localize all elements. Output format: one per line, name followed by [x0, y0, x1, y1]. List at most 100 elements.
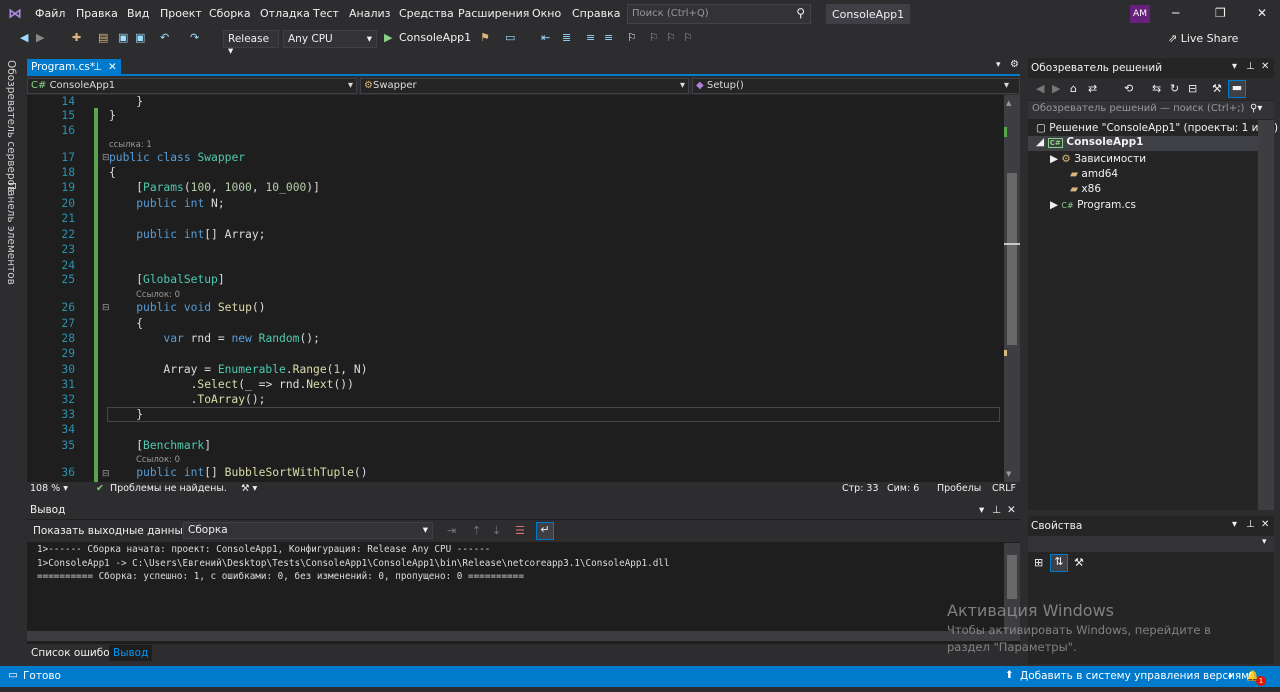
tree-item-program-cs[interactable]: ▶ C# Program.cs — [1050, 199, 1136, 211]
solution-close-icon[interactable]: ✕ — [1261, 61, 1269, 72]
solution-search-icon[interactable]: ⚲▾ — [1250, 103, 1262, 114]
menu-analyze[interactable]: Анализ — [349, 7, 391, 20]
properties-object-select[interactable]: ▾ — [1028, 536, 1274, 552]
tab-dropdown-icon[interactable]: ▾ — [996, 60, 1001, 70]
editor-scrollbar[interactable]: ▲ ▼ — [1004, 95, 1020, 482]
scroll-down-icon[interactable]: ▼ — [1006, 470, 1011, 478]
codelens-swapper[interactable]: ссылка: 1 — [109, 140, 152, 150]
tree-item-amd64[interactable]: ▰ amd64 — [1070, 168, 1118, 180]
class-nav-select[interactable]: ⚙Swapper ▾ — [360, 78, 689, 94]
code-line[interactable]: public int[] Array; — [109, 228, 265, 241]
properties-pin-icon[interactable]: ⊥ — [1246, 519, 1255, 530]
settings-gear-icon[interactable]: ⚙ — [1010, 59, 1019, 70]
code-line[interactable]: public class Swapper — [109, 151, 245, 164]
word-wrap-icon[interactable]: ↵ — [536, 522, 554, 540]
bookmark-clear-icon[interactable]: ⚐ — [683, 31, 693, 44]
properties-wrench-icon[interactable]: ⚒ — [1212, 82, 1222, 95]
solution-root[interactable]: ▢ Решение "ConsoleApp1" (проекты: 1 из 1… — [1036, 122, 1278, 134]
save-icon[interactable]: ▣ — [118, 31, 128, 44]
output-pin-icon[interactable]: ⊥ — [992, 504, 1001, 516]
add-to-source-control[interactable]: Добавить в систему управления версиями — [1020, 670, 1256, 682]
code-line[interactable]: [GlobalSetup] — [109, 273, 224, 286]
live-share-button[interactable]: ⇗ Live Share — [1168, 32, 1238, 45]
scroll-up-icon[interactable]: ▲ — [1006, 99, 1011, 107]
scroll-thumb[interactable] — [1007, 173, 1017, 345]
toolbox-tab[interactable]: Панель элементов — [5, 182, 17, 285]
bookmark-icon[interactable]: ⚐ — [627, 31, 637, 44]
next-message-icon[interactable]: ⇣ — [492, 524, 501, 537]
maximize-icon[interactable]: ❐ — [1215, 6, 1226, 20]
line-endings[interactable]: CRLF — [992, 483, 1016, 494]
browser-icon[interactable]: ▭ — [505, 31, 515, 44]
uncomment-icon[interactable]: ≡ — [604, 31, 613, 44]
code-line[interactable]: [Params(100, 1000, 10_000)] — [109, 181, 320, 194]
bookmark-next-icon[interactable]: ⚐ — [666, 31, 676, 44]
tree-item-x86[interactable]: ▰ x86 — [1070, 183, 1101, 195]
properties-close-icon[interactable]: ✕ — [1261, 519, 1269, 530]
menu-file[interactable]: Файл — [35, 7, 65, 20]
tabs-mode[interactable]: Пробелы — [937, 483, 981, 494]
tree-item-dependencies[interactable]: ▶ ⚙ Зависимости — [1050, 153, 1146, 165]
bookmark-prev-icon[interactable]: ⚐ — [649, 31, 659, 44]
menu-window[interactable]: Окно — [532, 7, 561, 20]
refresh-icon[interactable]: ↻ — [1170, 82, 1179, 95]
clear-all-icon[interactable]: ☰ — [515, 524, 525, 537]
platform-select[interactable]: Any CPU ▾ — [283, 30, 377, 48]
menu-view[interactable]: Вид — [127, 7, 149, 20]
problems-status[interactable]: Проблемы не найдены. — [110, 483, 227, 494]
tab-close-icon[interactable]: ✕ — [108, 61, 117, 73]
project-nav-select[interactable]: C# ConsoleApp1 ▾ — [27, 78, 357, 94]
properties-dropdown-icon[interactable]: ▾ — [1232, 519, 1237, 530]
member-nav-select[interactable]: ◆ Setup() ▾ — [692, 78, 1020, 94]
solution-scrollbar[interactable] — [1258, 120, 1274, 510]
alphabetical-icon[interactable]: ⇅ — [1050, 554, 1068, 572]
output-dropdown-icon[interactable]: ▾ — [979, 504, 984, 516]
codelens-setup[interactable]: Ссылок: 0 — [136, 290, 180, 300]
code-line[interactable]: { — [109, 166, 116, 179]
switch-views-icon[interactable]: ⇄ — [1088, 82, 1097, 95]
code-line[interactable]: .ToArray(); — [109, 393, 266, 406]
expand-icon[interactable]: ▶ — [1050, 199, 1058, 211]
start-button[interactable]: ConsoleApp1 — [399, 31, 471, 44]
open-folder-icon[interactable]: ▤ — [98, 31, 108, 44]
chevron-up-icon[interactable]: ▴ — [1228, 670, 1233, 680]
solution-dropdown-icon[interactable]: ▾ — [1232, 61, 1237, 72]
home-icon[interactable]: ⌂ — [1070, 82, 1077, 95]
expand-project-icon[interactable]: ◢ — [1036, 136, 1044, 148]
prev-message-icon[interactable]: ⇡ — [472, 524, 481, 537]
sync-icon[interactable]: ⇆ — [1152, 82, 1161, 95]
menu-extensions[interactable]: Расширения — [458, 7, 529, 20]
sol-back-icon[interactable]: ◀ — [1036, 82, 1044, 95]
output-source-select[interactable]: Сборка ▾ — [183, 522, 433, 539]
menu-edit[interactable]: Правка — [76, 7, 118, 20]
minimize-icon[interactable]: ─ — [1172, 6, 1179, 20]
close-icon[interactable]: ✕ — [1257, 6, 1267, 20]
redo-icon[interactable]: ↷ — [190, 31, 199, 44]
configuration-select[interactable]: Release ▾ — [223, 30, 279, 57]
new-item-icon[interactable]: ✚ — [72, 31, 81, 44]
output-hscroll[interactable] — [27, 631, 1004, 641]
preview-icon[interactable]: ▬ — [1228, 80, 1246, 98]
property-pages-icon[interactable]: ⚒ — [1074, 556, 1084, 569]
code-line[interactable]: { — [109, 317, 143, 330]
tab-program-cs[interactable]: Program.cs* ⊥ ✕ — [27, 59, 121, 76]
code-line[interactable]: public int[] BubbleSortWithTuple() — [109, 466, 367, 479]
solution-search-input[interactable]: Обозреватель решений — поиск (Ctrl+;) ⚲▾ — [1028, 101, 1274, 119]
go-to-error-icon[interactable]: ⇥ — [447, 524, 456, 537]
code-line[interactable]: Array = Enumerable.Range(1, N) — [109, 363, 367, 376]
zoom-select[interactable]: 108 % ▾ — [30, 483, 68, 494]
forward-icon[interactable]: ▶ — [36, 31, 44, 44]
source-control-icon[interactable]: ⬆ — [1005, 669, 1014, 681]
search-input[interactable]: Поиск (Ctrl+Q) ⚲ — [627, 4, 811, 24]
menu-project[interactable]: Проект — [160, 7, 202, 20]
start-icon[interactable]: ▶ — [384, 31, 392, 44]
undo-icon[interactable]: ↶ — [160, 31, 169, 44]
step-icon[interactable]: ⇤ — [541, 31, 550, 44]
tab-error-list[interactable]: Список ошибок — [31, 647, 116, 659]
code-line[interactable]: public int N; — [109, 197, 224, 210]
codelens-bubble[interactable]: Ссылок: 0 — [136, 455, 180, 465]
avatar[interactable]: AM — [1130, 5, 1150, 23]
format-icon[interactable]: ≣ — [562, 31, 571, 44]
attach-icon[interactable]: ⚑ — [480, 31, 490, 44]
server-explorer-tab[interactable]: Обозреватель серверов — [5, 60, 17, 192]
